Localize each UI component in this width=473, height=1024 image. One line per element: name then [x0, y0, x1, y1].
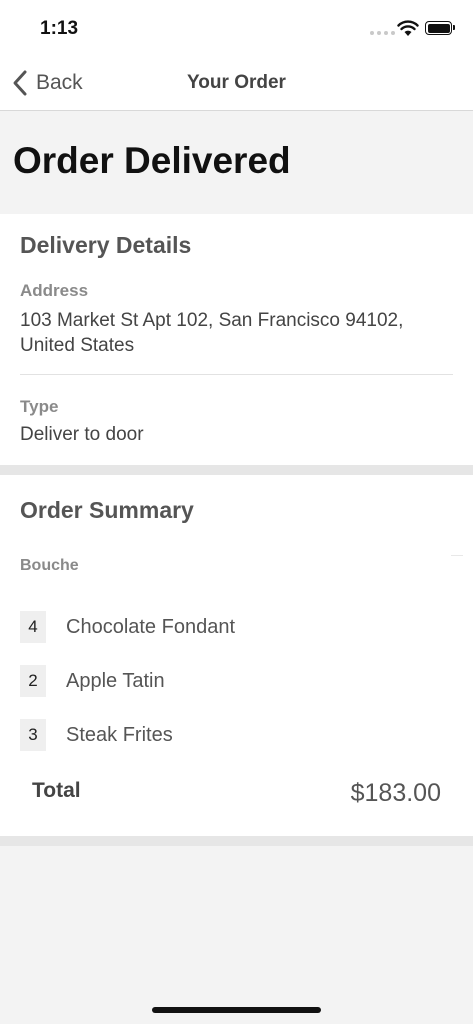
- section-separator: [0, 836, 473, 846]
- type-value: Deliver to door: [20, 424, 144, 445]
- item-name: Chocolate Fondant: [66, 615, 236, 638]
- order-item: 2 Apple Tatin: [20, 665, 453, 697]
- order-screen: 1:13 Back Your Order Order Delivered Del…: [0, 0, 473, 1024]
- divider: [20, 374, 453, 375]
- total-row: Total $183.00: [32, 777, 441, 811]
- section-separator: [0, 465, 473, 475]
- item-name: Apple Tatin: [66, 669, 165, 692]
- address-value: 103 Market St Apt 102, San Francisco 941…: [20, 310, 404, 356]
- battery-icon: [425, 21, 455, 35]
- page-title: Order Delivered: [13, 140, 291, 181]
- total-label: Total: [32, 779, 81, 802]
- item-quantity: 2: [20, 665, 46, 697]
- restaurant-name: Bouche: [20, 557, 79, 574]
- page-header: Order Delivered: [0, 111, 473, 214]
- delivery-section-title: Delivery Details: [20, 232, 192, 258]
- item-name: Steak Frites: [66, 723, 173, 746]
- wifi-icon: [397, 20, 419, 36]
- nav-title: Your Order: [187, 72, 286, 93]
- status-bar: 1:13: [0, 0, 473, 56]
- type-label: Type: [20, 397, 59, 416]
- total-amount: $183.00: [350, 779, 441, 807]
- delivery-details-card: Delivery Details Address 103 Market St A…: [0, 214, 473, 465]
- summary-section-title: Order Summary: [20, 497, 194, 523]
- navigation-bar: Back Your Order: [0, 56, 473, 111]
- order-item: 3 Steak Frites: [20, 719, 453, 751]
- divider: [451, 555, 463, 556]
- status-time: 1:13: [40, 18, 79, 39]
- order-summary-card: Order Summary Bouche 4 Chocolate Fondant…: [0, 475, 473, 836]
- item-quantity: 3: [20, 719, 46, 751]
- home-indicator[interactable]: [152, 1007, 321, 1013]
- cellular-signal-icon: [370, 31, 395, 35]
- item-quantity: 4: [20, 611, 46, 643]
- address-label: Address: [20, 281, 89, 300]
- order-item: 4 Chocolate Fondant: [20, 611, 453, 643]
